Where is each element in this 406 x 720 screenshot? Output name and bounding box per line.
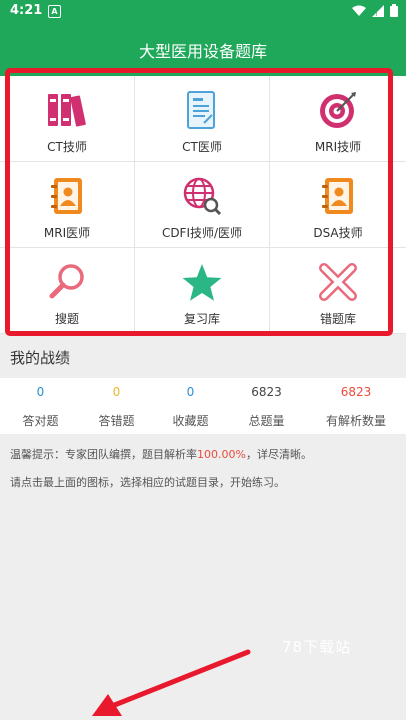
red-arrow-overlay — [92, 649, 251, 716]
